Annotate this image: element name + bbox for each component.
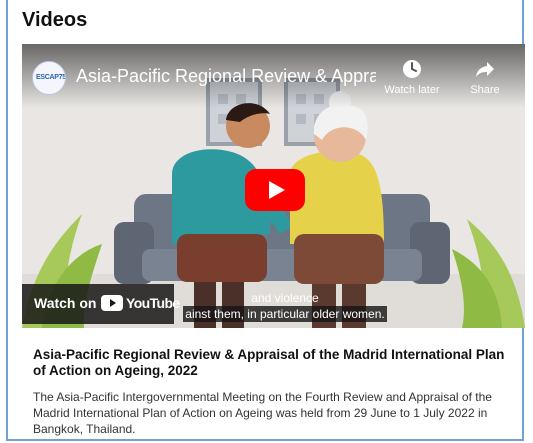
share-arrow-icon: [476, 62, 494, 77]
video-card-description: The Asia-Pacific Intergovernmental Meeti…: [33, 390, 492, 436]
watch-on-youtube-button[interactable]: Watch on YouTube: [22, 284, 180, 324]
video-captions: and violence ainst them, in particular o…: [174, 290, 396, 322]
caption-line-1: and violence: [251, 291, 319, 305]
share-button[interactable]: Share: [460, 58, 510, 96]
video-card-title[interactable]: Asia-Pacific Regional Review & Appraisal…: [33, 347, 513, 379]
youtube-brand: YouTube: [101, 295, 180, 311]
share-label: Share: [470, 84, 500, 96]
watch-on-label: Watch on: [34, 295, 97, 311]
video-player[interactable]: ESCAP75 Asia-Pacific Regional Review & A…: [22, 44, 525, 328]
channel-avatar[interactable]: ESCAP75: [32, 61, 66, 95]
watch-later-button[interactable]: Watch later: [378, 58, 446, 96]
caption-line-2: ainst them, in particular older women.: [183, 306, 387, 322]
video-title-link[interactable]: Asia-Pacific Regional Review & Appraisа.…: [76, 66, 376, 87]
watch-later-label: Watch later: [384, 84, 440, 96]
youtube-logo-icon: [101, 295, 123, 311]
youtube-wordmark: YouTube: [126, 295, 180, 311]
channel-logo-text: ESCAP75: [36, 74, 66, 81]
play-button[interactable]: [245, 169, 305, 211]
clock-icon: [403, 60, 421, 78]
section-heading: Videos: [22, 9, 88, 31]
